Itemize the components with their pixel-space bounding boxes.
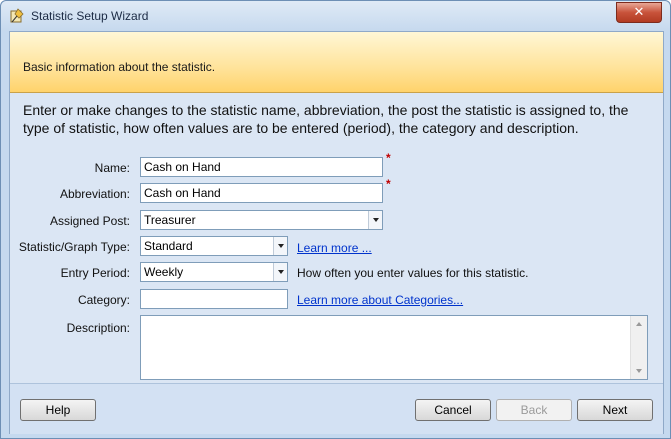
next-button[interactable]: Next [577, 399, 653, 421]
banner-text: Basic information about the statistic. [23, 60, 216, 74]
assigned-post-value: Treasurer [144, 213, 196, 227]
name-input[interactable]: Cash on Hand [140, 157, 383, 177]
instructions-text: Enter or make changes to the statistic n… [23, 102, 629, 136]
abbreviation-input[interactable]: Cash on Hand [140, 183, 383, 203]
description-textarea[interactable] [140, 315, 648, 380]
entry-period-select[interactable]: Weekly [140, 262, 288, 282]
abbreviation-required-mark: * [386, 177, 391, 191]
graph-type-dropdown-button[interactable] [273, 237, 287, 255]
wizard-body: Basic information about the statistic. E… [9, 31, 664, 434]
chevron-down-icon [372, 218, 379, 222]
scroll-down-icon[interactable] [636, 369, 642, 373]
title-bar[interactable]: Statistic Setup Wizard ✕ [1, 1, 670, 31]
chevron-down-icon [277, 270, 284, 274]
name-label: Name: [94, 161, 130, 175]
description-scrollbar[interactable] [630, 316, 647, 379]
form-panel: Enter or make changes to the statistic n… [10, 93, 663, 383]
assigned-post-label: Assigned Post: [49, 214, 130, 228]
categories-learn-more-link[interactable]: Learn more about Categories... [297, 293, 463, 307]
button-bar: Help Cancel Back Next [10, 383, 663, 434]
category-label: Category: [77, 293, 130, 307]
description-label: Description: [66, 321, 130, 335]
help-button[interactable]: Help [20, 399, 96, 421]
assigned-post-dropdown-button[interactable] [368, 211, 382, 229]
wizard-window: Statistic Setup Wizard ✕ Basic informati… [0, 0, 671, 439]
graph-type-value: Standard [144, 239, 193, 253]
cancel-button[interactable]: Cancel [415, 399, 491, 421]
entry-period-dropdown-button[interactable] [273, 263, 287, 281]
assigned-post-select[interactable]: Treasurer [140, 210, 383, 230]
scroll-up-icon[interactable] [636, 322, 642, 326]
graph-type-select[interactable]: Standard [140, 236, 288, 256]
abbreviation-label: Abbreviation: [59, 187, 130, 201]
close-button[interactable]: ✕ [616, 2, 662, 23]
name-required-mark: * [386, 151, 391, 165]
app-icon [10, 8, 24, 23]
entry-period-label: Entry Period: [60, 266, 130, 280]
close-icon: ✕ [633, 5, 645, 20]
window-title: Statistic Setup Wizard [31, 9, 149, 23]
back-button[interactable]: Back [496, 399, 572, 421]
chevron-down-icon [277, 244, 284, 248]
graph-type-label: Statistic/Graph Type: [18, 240, 130, 254]
graph-type-learn-more-link[interactable]: Learn more ... [297, 241, 372, 255]
category-input[interactable] [140, 289, 288, 309]
entry-period-hint: How often you enter values for this stat… [297, 266, 529, 280]
header-banner: Basic information about the statistic. [10, 32, 663, 93]
entry-period-value: Weekly [144, 265, 184, 279]
